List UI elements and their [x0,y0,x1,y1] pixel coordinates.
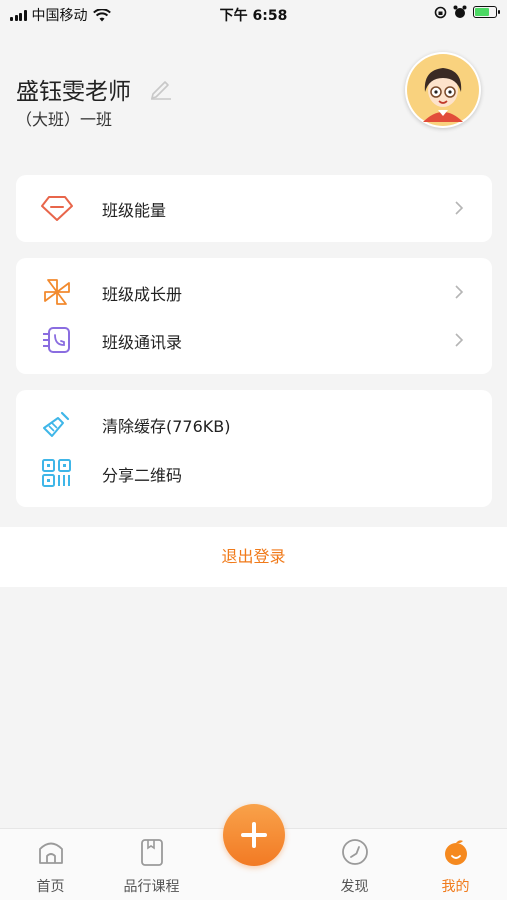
menu-item-address-book[interactable]: 班级通讯录 [16,316,492,364]
tab-label: 我的 [441,879,470,895]
logout-button[interactable]: 退出登录 [0,527,507,587]
avatar[interactable] [405,52,481,128]
pinwheel-icon [44,279,70,305]
status-bar: 中国移动 下午 6:58 [0,0,507,28]
battery-icon [473,6,500,18]
gem-icon [41,196,73,221]
phone-book-icon [43,327,70,353]
menu-item-label: 班级通讯录 [102,333,183,352]
add-button[interactable] [223,804,285,866]
chevron-right-icon [455,201,464,215]
menu-item-share-qr[interactable]: 分享二维码 [16,449,492,497]
lock-rotation-icon [434,6,447,18]
tab-label: 品行课程 [123,879,180,895]
menu-item-class-energy[interactable]: 班级能量 [16,184,492,232]
tab-mine[interactable]: 我的 [405,829,506,900]
edit-pencil-icon[interactable] [148,75,174,101]
book-icon [140,839,163,866]
profile-header: 盛钰雯老师 （大班）一班 [0,40,507,150]
menu-card-energy: 班级能量 [16,175,492,242]
compass-icon [341,839,368,865]
qr-code-icon [42,459,71,487]
teacher-avatar-icon [407,54,479,126]
menu-item-growth-book[interactable]: 班级成长册 [16,268,492,316]
orange-icon [444,840,467,865]
broom-icon [43,411,70,437]
tab-label: 首页 [36,879,65,895]
menu-item-clear-cache[interactable]: 清除缓存(776KB) [16,400,492,448]
class-name: （大班）一班 [16,110,113,129]
teacher-name: 盛钰雯老师 [16,79,131,105]
chevron-right-icon [455,285,464,299]
tab-character-course[interactable]: 品行课程 [101,829,202,900]
status-time: 下午 6:58 [219,8,288,24]
tab-discover[interactable]: 发现 [304,829,405,900]
menu-item-label: 班级成长册 [102,285,183,304]
alarm-icon [453,5,467,18]
plus-icon [241,822,267,848]
tab-label: 发现 [340,879,369,895]
chevron-right-icon [455,333,464,347]
home-icon [38,842,63,864]
tab-home[interactable]: 首页 [0,829,101,900]
menu-item-label: 清除缓存(776KB) [102,417,231,436]
menu-card-class: 班级成长册 班级通讯录 [16,258,492,374]
menu-item-label: 班级能量 [102,201,167,220]
menu-card-settings: 清除缓存(776KB) 分享二维码 [16,390,492,507]
menu-item-label: 分享二维码 [102,466,183,485]
